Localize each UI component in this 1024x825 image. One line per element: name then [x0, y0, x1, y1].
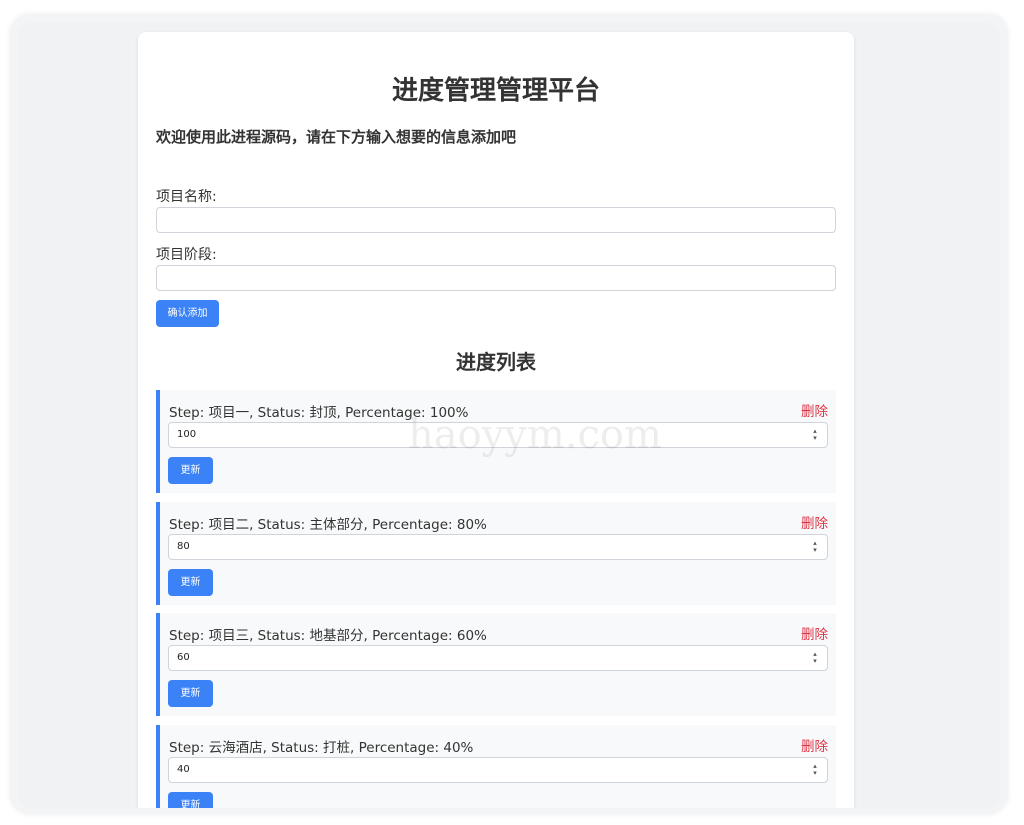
percentage-input[interactable]: 100 ▴ ▾: [168, 422, 828, 448]
spinner-arrows-icon[interactable]: ▴ ▾: [811, 651, 819, 665]
welcome-message: 欢迎使用此进程源码，请在下方输入想要的信息添加吧: [156, 128, 517, 146]
delete-button[interactable]: 删除: [801, 512, 828, 532]
delete-button[interactable]: 删除: [801, 623, 828, 643]
progress-item: Step: 云海酒店, Status: 打桩, Percentage: 40% …: [156, 725, 836, 808]
page-title: 进度管理管理平台: [391, 76, 600, 106]
percentage-value: 80: [177, 541, 190, 552]
update-button[interactable]: 更新: [168, 680, 213, 707]
app-frame: 进度管理管理平台 欢迎使用此进程源码，请在下方输入想要的信息添加吧 项目名称: …: [10, 14, 1008, 814]
spinner-arrows-icon[interactable]: ▴ ▾: [811, 428, 819, 442]
percentage-value: 40: [177, 764, 190, 775]
spinner-arrows-icon[interactable]: ▴ ▾: [811, 540, 819, 554]
progress-item-text: Step: 云海酒店, Status: 打桩, Percentage: 40%: [169, 740, 474, 756]
delete-button[interactable]: 删除: [801, 735, 828, 755]
percentage-value: 100: [177, 429, 197, 440]
progress-list-title: 进度列表: [456, 350, 536, 374]
project-name-input[interactable]: [156, 207, 836, 233]
percentage-input[interactable]: 60 ▴ ▾: [168, 645, 828, 671]
progress-item-text: Step: 项目三, Status: 地基部分, Percentage: 60%: [169, 628, 487, 644]
project-stage-label: 项目阶段:: [156, 247, 217, 263]
progress-item: Step: 项目三, Status: 地基部分, Percentage: 60%…: [156, 613, 836, 716]
percentage-input[interactable]: 40 ▴ ▾: [168, 757, 828, 783]
update-button[interactable]: 更新: [168, 457, 213, 484]
spinner-arrows-icon[interactable]: ▴ ▾: [811, 763, 819, 777]
progress-item: Step: 项目一, Status: 封顶, Percentage: 100% …: [156, 390, 836, 493]
delete-button[interactable]: 删除: [801, 400, 828, 420]
browser-viewport: 进度管理管理平台 欢迎使用此进程源码，请在下方输入想要的信息添加吧 项目名称: …: [18, 22, 1000, 808]
progress-item-text: Step: 项目二, Status: 主体部分, Percentage: 80%: [169, 517, 487, 533]
progress-item: Step: 项目二, Status: 主体部分, Percentage: 80%…: [156, 502, 836, 605]
percentage-input[interactable]: 80 ▴ ▾: [168, 534, 828, 560]
project-stage-input[interactable]: [156, 265, 836, 291]
confirm-add-button[interactable]: 确认添加: [156, 300, 219, 327]
progress-item-text: Step: 项目一, Status: 封顶, Percentage: 100%: [169, 405, 469, 421]
update-button[interactable]: 更新: [168, 792, 213, 808]
percentage-value: 60: [177, 652, 190, 663]
update-button[interactable]: 更新: [168, 569, 213, 596]
main-card: 进度管理管理平台 欢迎使用此进程源码，请在下方输入想要的信息添加吧 项目名称: …: [138, 32, 854, 808]
project-name-label: 项目名称:: [156, 189, 217, 205]
